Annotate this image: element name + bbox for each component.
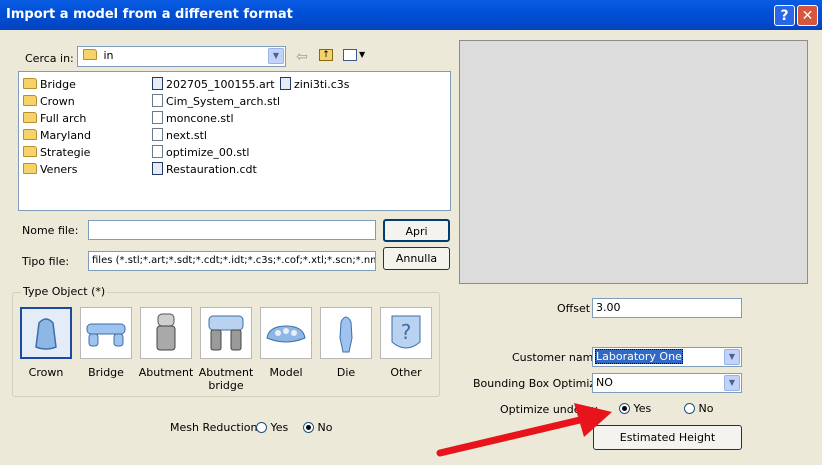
mesh-reduction-no-radio[interactable]: No	[303, 421, 332, 434]
list-item[interactable]: optimize_00.stl	[152, 144, 250, 161]
cancel-button[interactable]: Annulla	[383, 247, 450, 270]
look-in-combo[interactable]: in ▼	[77, 46, 286, 67]
radio-icon	[303, 422, 314, 433]
radio-icon	[684, 403, 695, 414]
customer-name-value: Laboratory One	[595, 349, 683, 364]
list-item[interactable]: Bridge	[23, 76, 76, 93]
up-folder-icon[interactable]: ↑	[319, 49, 333, 61]
radio-icon	[256, 422, 267, 433]
folder-icon	[23, 112, 37, 123]
folder-icon	[23, 163, 37, 174]
type-model-button[interactable]	[260, 307, 312, 359]
stl-file-icon	[152, 111, 163, 124]
type-abutment-bridge-button[interactable]	[200, 307, 252, 359]
folder-icon	[23, 95, 37, 106]
stl-file-icon	[152, 128, 163, 141]
die-icon	[339, 316, 353, 353]
customer-name-select[interactable]: Laboratory One ▼	[592, 347, 742, 367]
folder-icon	[23, 146, 37, 157]
filetype-label: Tipo file:	[22, 255, 70, 268]
filename-input[interactable]	[88, 220, 376, 240]
chevron-down-icon[interactable]: ▼	[724, 375, 740, 391]
file-list[interactable]: Bridge Crown Full arch Maryland Strategi…	[18, 71, 451, 211]
list-item[interactable]: Restauration.cdt	[152, 161, 257, 178]
filetype-select[interactable]: files (*.stl;*.art;*.sdt;*.cdt;*.idt;*.c…	[88, 251, 376, 271]
bounding-box-optimizer-value: NO	[596, 376, 613, 389]
folder-icon	[83, 49, 97, 60]
stl-file-icon	[152, 145, 163, 158]
filename-label: Nome file:	[22, 224, 79, 237]
folder-icon	[23, 78, 37, 89]
type-die-button[interactable]	[320, 307, 372, 359]
look-in-label: Cerca in:	[25, 52, 74, 65]
type-label: Other	[390, 366, 422, 379]
crown-icon	[35, 318, 57, 350]
list-item[interactable]: next.stl	[152, 127, 207, 144]
list-item[interactable]: Veners	[23, 161, 77, 178]
art-file-icon	[152, 77, 163, 90]
abutment-icon	[156, 313, 176, 351]
open-button[interactable]: Apri	[383, 219, 450, 242]
mesh-reduction-yes-radio[interactable]: Yes	[256, 421, 288, 434]
back-arrow-icon[interactable]: ⇦	[296, 49, 308, 65]
view-menu-chevron-icon[interactable]: ▼	[359, 50, 365, 59]
svg-text:?: ?	[401, 320, 412, 344]
list-item[interactable]: Strategie	[23, 144, 90, 161]
type-object-group: Type Object (*) ? Crown Bridge Abutment …	[12, 285, 440, 397]
abutment-bridge-icon	[208, 315, 244, 351]
stl-file-icon	[152, 94, 163, 107]
close-button[interactable]: ✕	[797, 5, 818, 26]
list-item[interactable]: Maryland	[23, 127, 91, 144]
model-preview	[459, 40, 808, 284]
import-model-dialog: Import a model from a different format ?…	[0, 0, 822, 465]
bounding-box-optimizer-label: Bounding Box Optimizer	[473, 377, 607, 390]
offset-label: Offset	[557, 302, 591, 315]
optimize-undercut-no-radio[interactable]: No	[684, 402, 713, 415]
list-item[interactable]: zini3ti.c3s	[280, 76, 350, 93]
type-abutment-button[interactable]	[140, 307, 192, 359]
title-bar[interactable]: Import a model from a different format ?…	[0, 0, 822, 30]
model-icon	[266, 325, 306, 343]
type-crown-button[interactable]	[20, 307, 72, 359]
cdt-file-icon	[152, 162, 163, 175]
c3s-file-icon	[280, 77, 291, 90]
chevron-down-icon[interactable]: ▼	[268, 48, 284, 64]
list-item[interactable]: Cim_System_arch.stl	[152, 93, 280, 110]
type-bridge-button[interactable]	[80, 307, 132, 359]
bridge-icon	[86, 323, 126, 347]
annotation-arrow-icon	[436, 403, 612, 457]
list-item[interactable]: moncone.stl	[152, 110, 234, 127]
look-in-value: in	[103, 49, 114, 62]
other-icon: ?	[391, 315, 421, 349]
chevron-down-icon[interactable]: ▼	[724, 349, 740, 365]
folder-icon	[23, 129, 37, 140]
type-object-label: Type Object (*)	[21, 285, 108, 298]
help-button[interactable]: ?	[774, 5, 795, 26]
type-other-button[interactable]: ?	[380, 307, 432, 359]
mesh-reduction-label: Mesh Reduction	[170, 421, 258, 434]
list-item[interactable]: Crown	[23, 93, 75, 110]
window-title: Import a model from a different format	[6, 7, 293, 22]
offset-input[interactable]: 3.00	[592, 298, 742, 318]
view-menu-icon[interactable]	[343, 49, 357, 61]
list-item[interactable]: Full arch	[23, 110, 86, 127]
customer-name-label: Customer name	[512, 351, 601, 364]
list-item[interactable]: 202705_100155.art	[152, 76, 275, 93]
bounding-box-optimizer-select[interactable]: NO ▼	[592, 373, 742, 393]
